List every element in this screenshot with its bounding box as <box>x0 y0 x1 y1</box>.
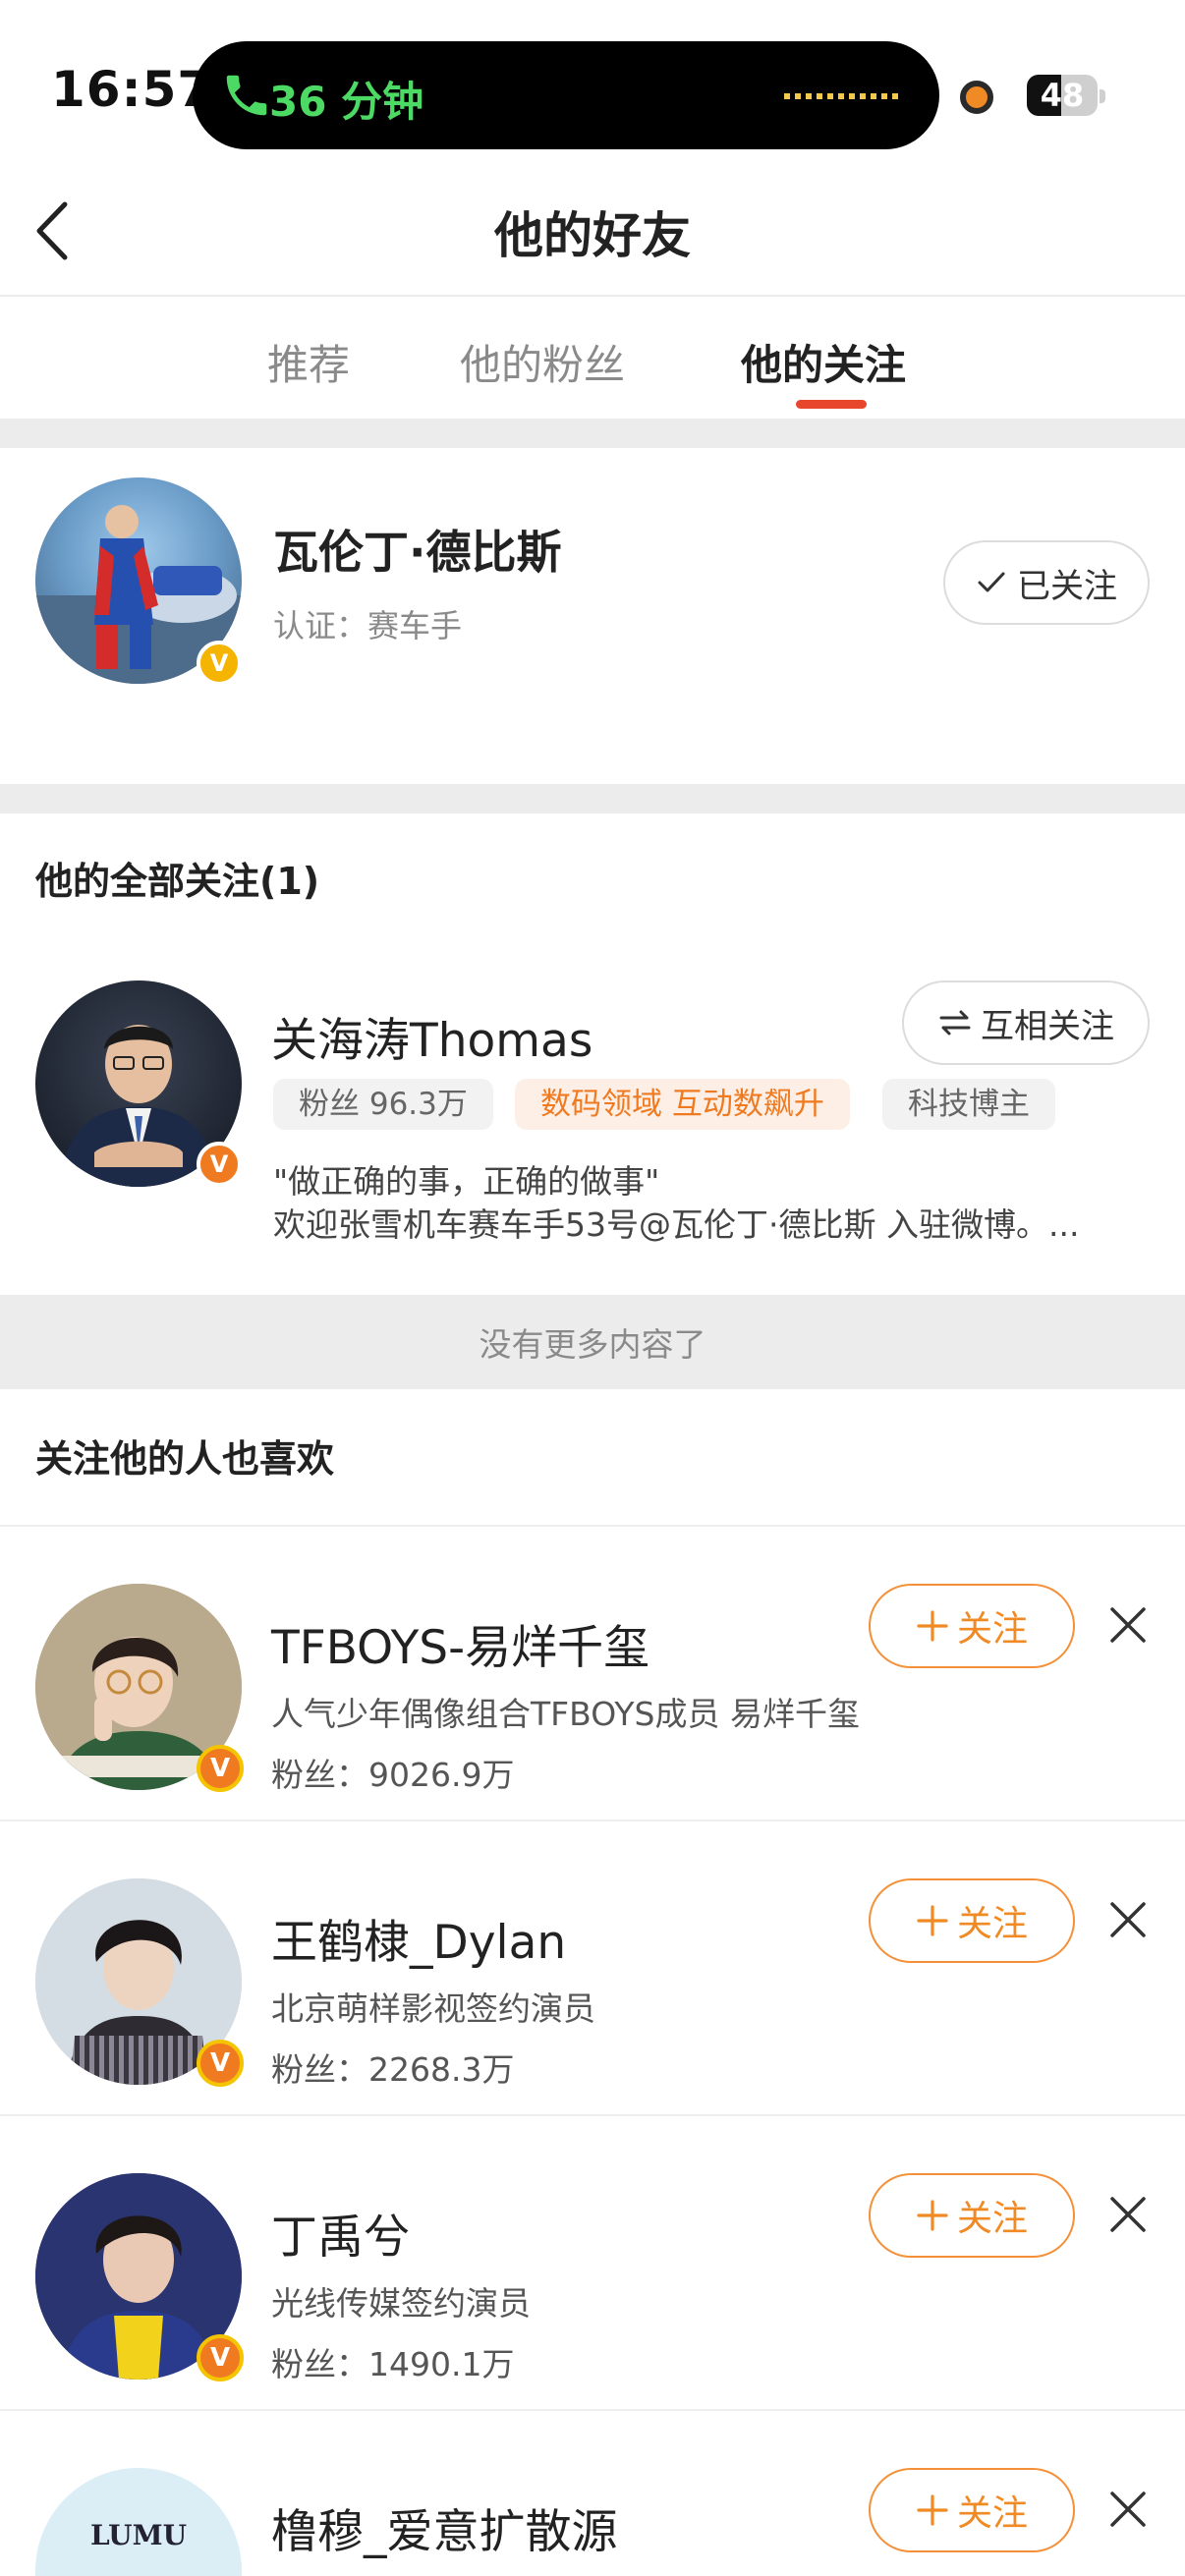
call-duration: 36 分钟 <box>269 78 424 126</box>
recommend-list-item[interactable]: LUMU 橹穆_爱意扩散源 关注 <box>0 2411 1185 2576</box>
battery-cap <box>1100 89 1105 103</box>
dismiss-close-icon[interactable] <box>1108 1605 1148 1645</box>
recommend-user-name[interactable]: 王鹤棣_Dylan <box>271 1904 566 1972</box>
plus-icon <box>917 2200 948 2231</box>
dismiss-close-icon[interactable] <box>1108 1900 1148 1939</box>
following-header: 他的全部关注(1) <box>35 860 320 903</box>
plus-icon <box>917 1905 948 1936</box>
follow-button-label: 关注 <box>956 1609 1028 1650</box>
verified-badge-icon: V <box>197 2040 244 2087</box>
fans-count-tag: 粉丝 96.3万 <box>273 1079 493 1130</box>
mutual-follow-label: 互相关注 <box>981 1006 1114 1046</box>
dismiss-close-icon[interactable] <box>1108 2490 1148 2529</box>
follow-button[interactable]: 关注 <box>869 2468 1075 2552</box>
tab-recommend[interactable]: 推荐 <box>267 332 350 392</box>
following-list-item[interactable]: V 关海涛Thomas 互相关注 粉丝 96.3万 数码领域 互动数飙升 科技博… <box>0 963 1185 1293</box>
tab-his-fans[interactable]: 他的粉丝 <box>460 332 625 392</box>
avatar[interactable]: LUMU <box>35 2468 242 2576</box>
follow-button[interactable]: 关注 <box>869 1584 1075 1668</box>
phone-icon <box>226 75 267 116</box>
recommend-list-item[interactable]: V TFBOYS-易烊千玺 人气少年偶像组合TFBOYS成员 易烊千玺 粉丝：9… <box>0 1527 1185 1820</box>
mutual-follow-button[interactable]: 互相关注 <box>902 980 1150 1065</box>
featured-user-cert: 认证：赛车手 <box>273 607 463 644</box>
following-user-desc: 欢迎张雪机车赛车手53号@瓦伦丁·德比斯 入驻微博。... <box>273 1205 1080 1244</box>
recommend-user-fans: 粉丝：2268.3万 <box>271 2050 515 2089</box>
page-title: 他的好友 <box>494 207 691 264</box>
battery-level: 48 <box>1040 77 1085 114</box>
featured-user-card[interactable]: V 瓦伦丁·德比斯 认证：赛车手 已关注 <box>0 448 1185 782</box>
follow-button-label: 关注 <box>956 1904 1028 1944</box>
verified-badge-icon: V <box>197 1142 242 1187</box>
dismiss-close-icon[interactable] <box>1108 2195 1148 2234</box>
recommend-list-item[interactable]: V 丁禹兮 光线传媒签约演员 粉丝：1490.1万 关注 <box>0 2116 1185 2409</box>
recommend-header: 关注他的人也喜欢 <box>35 1437 335 1481</box>
dynamic-island-call[interactable]: 36 分钟 <box>193 41 939 149</box>
no-more-content: 没有更多内容了 <box>0 1295 1185 1389</box>
recommend-user-desc: 光线传媒签约演员 <box>271 2284 531 2323</box>
verified-badge-icon: V <box>197 1745 244 1792</box>
status-time: 16:57 <box>51 61 213 118</box>
following-user-name[interactable]: 关海涛Thomas <box>271 1002 592 1070</box>
recording-indicator-icon <box>960 81 993 114</box>
avatar-logo-text: LUMU <box>90 2519 187 2551</box>
following-user-quote: "做正确的事，正确的做事" <box>273 1162 660 1201</box>
recommend-user-name[interactable]: 橹穆_爱意扩散源 <box>271 2493 618 2561</box>
recommend-user-fans: 粉丝：9026.9万 <box>271 1756 515 1794</box>
audio-waveform-icon <box>784 93 900 99</box>
recommend-user-name[interactable]: 丁禹兮 <box>271 2199 410 2267</box>
section-gap <box>0 419 1185 448</box>
verified-badge-icon: V <box>197 2334 244 2381</box>
follow-button[interactable]: 关注 <box>869 2173 1075 2258</box>
follow-button[interactable]: 关注 <box>869 1878 1075 1963</box>
featured-user-name[interactable]: 瓦伦丁·德比斯 <box>273 517 561 582</box>
nav-divider <box>0 295 1185 297</box>
recommend-user-desc: 北京萌样影视签约演员 <box>271 1989 595 2028</box>
tab-active-indicator <box>796 400 867 409</box>
followed-button-label: 已关注 <box>1017 566 1117 606</box>
section-gap <box>0 784 1185 813</box>
plus-icon <box>917 2494 948 2526</box>
battery-icon: 48 <box>1027 75 1098 116</box>
follow-button-label: 关注 <box>956 2199 1028 2239</box>
plus-icon <box>917 1610 948 1642</box>
follow-button-label: 关注 <box>956 2493 1028 2534</box>
followed-button[interactable]: 已关注 <box>943 540 1150 625</box>
mutual-arrows-icon <box>939 1010 971 1036</box>
recommend-user-fans: 粉丝：1490.1万 <box>271 2345 515 2383</box>
recommend-user-desc: 人气少年偶像组合TFBOYS成员 易烊千玺 <box>271 1695 860 1733</box>
check-icon <box>978 572 1005 592</box>
recommend-user-name[interactable]: TFBOYS-易烊千玺 <box>271 1609 649 1677</box>
verified-badge-icon: V <box>197 641 242 686</box>
tab-his-following[interactable]: 他的关注 <box>741 332 906 392</box>
category-tag: 科技博主 <box>882 1079 1055 1130</box>
trending-tag[interactable]: 数码领域 互动数飙升 <box>515 1079 850 1130</box>
recommend-list-item[interactable]: V 王鹤棣_Dylan 北京萌样影视签约演员 粉丝：2268.3万 关注 <box>0 1821 1185 2114</box>
